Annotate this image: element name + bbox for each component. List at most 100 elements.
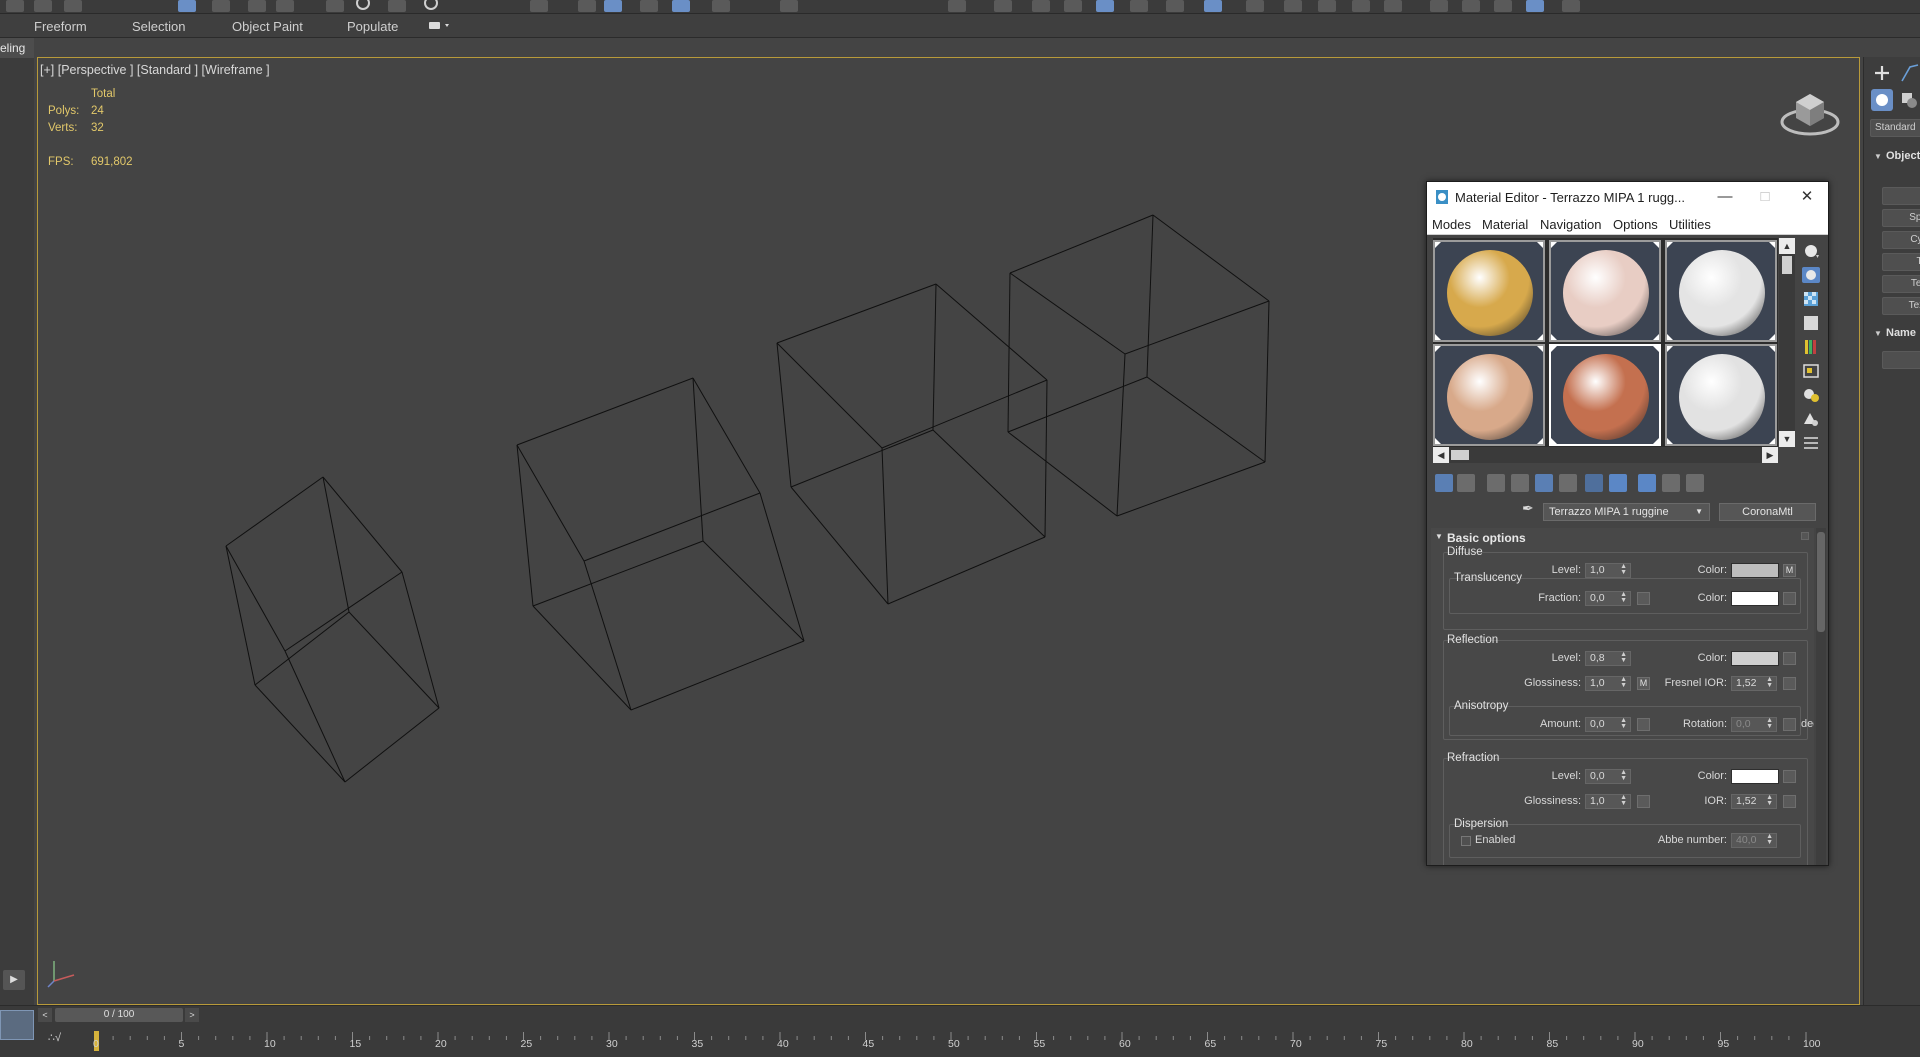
link-icon[interactable] (64, 0, 82, 12)
ribbon-toggle-icon[interactable] (1032, 0, 1050, 12)
undo-icon[interactable] (6, 0, 24, 12)
wireframe-boxes[interactable] (37, 57, 1437, 857)
minimize-button[interactable]: — (1705, 182, 1745, 213)
sample-type-icon[interactable] (1801, 242, 1821, 260)
object-type-header[interactable]: Object (1886, 150, 1920, 162)
wireframe-box-3[interactable] (776, 283, 1048, 605)
scroll-down-icon[interactable]: ▼ (1779, 431, 1795, 447)
move-icon[interactable] (326, 0, 344, 12)
refraction-ior-map-button[interactable] (1783, 795, 1796, 808)
layer-explorer-icon[interactable] (994, 0, 1012, 12)
menu-utilities[interactable]: Utilities (1669, 217, 1711, 232)
wireframe-box-4[interactable] (1007, 214, 1270, 517)
play-icon[interactable]: ▶ (3, 970, 25, 990)
select-by-name-icon[interactable] (212, 0, 230, 12)
background-checker-icon[interactable] (1801, 290, 1821, 308)
material-editor-titlebar[interactable]: Material Editor - Terrazzo MIPA 1 rugg..… (1427, 182, 1828, 213)
mirror-icon[interactable] (712, 0, 730, 12)
corona-render-icon[interactable] (1352, 0, 1370, 12)
axis-xy-icon[interactable] (1526, 0, 1544, 12)
slots-vertical-scrollbar[interactable]: ▲ ▼ (1779, 238, 1795, 447)
material-slot-6[interactable] (1665, 344, 1777, 446)
menu-modes[interactable]: Modes (1432, 217, 1471, 232)
schematic-view-icon[interactable] (1096, 0, 1114, 12)
anisotropy-rotation-map-button[interactable] (1783, 718, 1796, 731)
material-slot-4[interactable] (1433, 344, 1545, 446)
render-a360-icon[interactable] (1318, 0, 1336, 12)
corona-frame-icon[interactable] (1384, 0, 1402, 12)
anisotropy-amount-spinner[interactable]: 0,0 ▲ ▼ (1585, 717, 1631, 732)
material-name-dropdown[interactable]: Terrazzo MIPA 1 ruggine ▼ (1543, 503, 1710, 521)
percent-snap-icon[interactable] (604, 0, 622, 12)
axis-xz-icon[interactable] (1562, 0, 1580, 12)
translucency-color-map-button[interactable] (1783, 592, 1796, 605)
viewcube-icon[interactable] (1778, 86, 1842, 138)
tab-freeform[interactable]: Freeform (34, 19, 87, 34)
tab-object-paint[interactable]: Object Paint (232, 19, 303, 34)
torus-button[interactable]: To (1882, 253, 1920, 271)
time-slider[interactable]: 0 / 100 (55, 1008, 183, 1022)
box-button[interactable]: B (1882, 187, 1920, 205)
menu-navigation[interactable]: Navigation (1540, 217, 1601, 232)
get-material-icon[interactable] (1435, 474, 1453, 492)
material-editor-toolbar-icon[interactable] (1130, 0, 1148, 12)
material-slot-5[interactable] (1549, 344, 1661, 446)
modify-tab-icon[interactable] (1900, 63, 1920, 83)
refraction-ior-spinner[interactable]: 1,52 ▲ ▼ (1731, 794, 1777, 809)
wireframe-box-1[interactable] (225, 476, 440, 783)
window-crossing-icon[interactable] (276, 0, 294, 12)
render-setup-icon[interactable] (1166, 0, 1184, 12)
material-slot-2[interactable] (1549, 240, 1661, 342)
rendered-frame-icon[interactable] (1204, 0, 1222, 12)
dispersion-enabled-checkbox[interactable] (1461, 836, 1471, 846)
spinner-arrows-icon[interactable]: ▲ ▼ (1620, 591, 1627, 604)
material-id-channel-icon[interactable] (1585, 474, 1603, 492)
time-slider-prev-button[interactable]: < (38, 1008, 52, 1022)
make-unique-icon[interactable] (1535, 474, 1553, 492)
object-name-field[interactable] (1882, 351, 1920, 369)
reflection-color-map-button[interactable] (1783, 652, 1796, 665)
spinner-arrows-icon[interactable]: ▲ ▼ (1766, 717, 1773, 730)
put-to-scene-icon[interactable] (1457, 474, 1475, 492)
spinner-arrows-icon[interactable]: ▲ ▼ (1620, 794, 1627, 807)
geometry-icon[interactable] (1871, 89, 1893, 111)
selection-region-icon[interactable] (248, 0, 266, 12)
slots-horizontal-scrollbar[interactable]: ◀ ▶ (1433, 447, 1778, 463)
name-color-header[interactable]: Name (1886, 327, 1920, 339)
spinner-arrows-icon[interactable]: ▲ ▼ (1620, 563, 1627, 576)
anisotropy-rotation-spinner[interactable]: 0,0 ▲ ▼ (1731, 717, 1777, 732)
material-type-button[interactable]: CoronaMtl (1719, 503, 1816, 521)
eyedropper-icon[interactable]: ✒ (1522, 500, 1542, 518)
text-button[interactable]: Text (1882, 297, 1920, 315)
uv-tiling-icon[interactable] (1801, 314, 1821, 332)
anisotropy-amount-map-button[interactable] (1637, 718, 1650, 731)
menu-options[interactable]: Options (1613, 217, 1658, 232)
spinner-arrows-icon[interactable]: ▲ ▼ (1620, 676, 1627, 689)
scroll-thumb[interactable] (1782, 256, 1792, 274)
diffuse-color-swatch[interactable] (1731, 563, 1779, 578)
rotate-icon[interactable] (356, 0, 370, 10)
go-to-parent-icon[interactable] (1662, 474, 1680, 492)
close-button[interactable]: ✕ (1787, 182, 1827, 213)
angle-snap-icon[interactable] (578, 0, 596, 12)
scroll-thumb[interactable] (1451, 450, 1469, 460)
tab-selection[interactable]: Selection (132, 19, 185, 34)
options-icon[interactable] (1801, 386, 1821, 404)
reflection-level-spinner[interactable]: 0,8 ▲ ▼ (1585, 651, 1631, 666)
render-online-icon[interactable] (1284, 0, 1302, 12)
axis-y-icon[interactable] (1462, 0, 1480, 12)
select-object-icon[interactable] (178, 0, 196, 12)
refraction-color-map-button[interactable] (1783, 770, 1796, 783)
align-icon[interactable] (780, 0, 798, 12)
modeling-tab-label[interactable]: eling (0, 38, 34, 58)
axis-z-icon[interactable] (1494, 0, 1512, 12)
abbe-number-spinner[interactable]: 40,0 ▲ ▼ (1731, 833, 1777, 848)
translucency-color-swatch[interactable] (1731, 591, 1779, 606)
render-production-icon[interactable] (1246, 0, 1264, 12)
video-color-check-icon[interactable] (1801, 338, 1821, 356)
toggle-scene-explorer-icon[interactable] (948, 0, 966, 12)
select-by-material-icon[interactable] (1801, 410, 1821, 428)
curve-editor-icon[interactable] (1064, 0, 1082, 12)
redo-icon[interactable] (34, 0, 52, 12)
material-slot-3[interactable] (1665, 240, 1777, 342)
